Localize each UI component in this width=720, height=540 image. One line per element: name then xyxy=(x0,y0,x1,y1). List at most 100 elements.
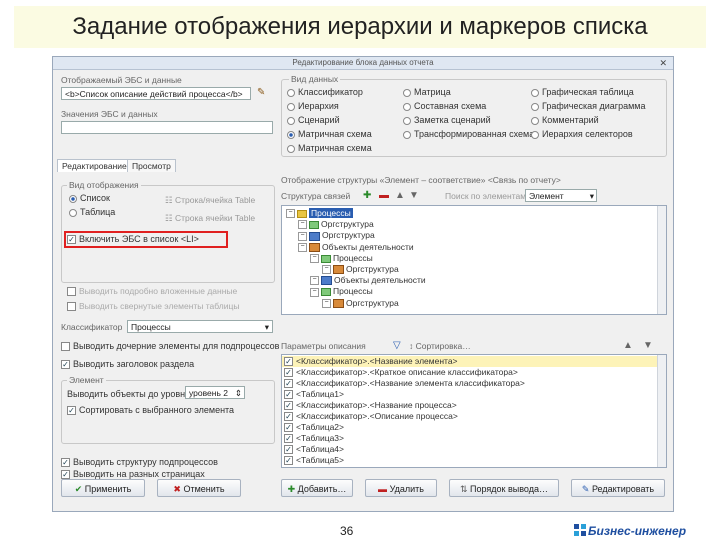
tree-node[interactable]: − Оргструктура xyxy=(286,230,662,241)
filter-icon[interactable]: ▽ xyxy=(393,341,401,351)
list-item-label: <Таблица1> xyxy=(296,389,344,399)
type-radio-5[interactable]: Графическая диаграмма xyxy=(531,101,645,111)
source-input[interactable]: <b>Список описание действий процесса</b> xyxy=(61,87,251,100)
check-icon[interactable]: ✓ xyxy=(284,423,293,433)
list-item[interactable]: ✓ <Таблица1> xyxy=(282,389,666,400)
edit-pencil-icon[interactable]: ✎ xyxy=(257,88,265,98)
classifier-select[interactable]: Процессы ▾ xyxy=(127,320,273,333)
add-icon[interactable]: ✚ xyxy=(363,191,371,201)
tree-node[interactable]: − Объекты деятельности xyxy=(286,275,662,286)
list-item[interactable]: ✓ <Классификатор>.<Описание процесса> xyxy=(282,411,666,422)
check-icon[interactable]: ✓ xyxy=(284,412,293,422)
remove-icon[interactable]: ▬ xyxy=(379,191,389,201)
tree-node[interactable]: − Процессы xyxy=(286,208,662,219)
search-select[interactable]: Элемент ▾ xyxy=(525,189,597,202)
apply-button[interactable]: ✔ Применить xyxy=(61,479,145,497)
check-icon[interactable]: ✓ xyxy=(284,357,293,367)
folder-node-icon xyxy=(297,209,307,218)
type-radio-3[interactable]: Иерархия xyxy=(287,101,339,111)
cancel-button[interactable]: ✖ Отменить xyxy=(157,479,241,497)
columns-scrollbar[interactable] xyxy=(657,355,666,467)
move-down-icon[interactable]: ▼ xyxy=(409,191,419,201)
list-item-label: <Таблица3> xyxy=(296,433,344,443)
add-button[interactable]: ✚ Добавить… xyxy=(281,479,353,497)
move-up-icon[interactable]: ▲ xyxy=(395,191,405,201)
table-cell-icon: ☷ xyxy=(165,213,175,223)
type-radio-12[interactable]: Матричная схема xyxy=(287,143,372,153)
tree-node[interactable]: − Оргструктура xyxy=(286,264,662,275)
type-radio-11[interactable]: Иерархия селекторов xyxy=(531,129,633,139)
delete-label: Удалить xyxy=(389,484,424,494)
tree-toggle-icon[interactable]: − xyxy=(310,287,319,297)
move-up-icon[interactable]: ▲ xyxy=(623,341,633,351)
tree-toggle-icon[interactable]: − xyxy=(298,242,307,252)
check-icon[interactable]: ✓ xyxy=(284,434,293,444)
visible-input[interactable] xyxy=(61,121,273,134)
tree-node[interactable]: − Оргструктура xyxy=(286,298,662,309)
hierarchy-tree[interactable]: − Процессы − Оргструктура − Оргструктура − Объе… xyxy=(281,205,667,315)
list-item[interactable]: ✓ <Классификатор>.<Название элемента клас… xyxy=(282,378,666,389)
type-radio-2[interactable]: Графическая таблица xyxy=(531,87,634,97)
element-level-select[interactable]: уровень 2 ⇕ xyxy=(185,386,245,399)
check-icon[interactable]: ✓ xyxy=(284,456,293,466)
blue-node-icon xyxy=(309,231,320,241)
check-icon[interactable]: ✓ xyxy=(284,445,293,455)
columns-list[interactable]: ✓ <Классификатор>.<Название элемента> ✓ <Кл… xyxy=(281,354,667,468)
delete-button[interactable]: ▬ Удалить xyxy=(365,479,437,497)
tree-node-label: Оргструктура xyxy=(322,230,375,241)
list-item[interactable]: ✓ <Таблица4> xyxy=(282,444,666,455)
tree-node[interactable]: − Процессы xyxy=(286,286,662,297)
list-item[interactable]: ✓ <Классификатор>.<Название элемента> xyxy=(282,356,666,367)
list-item[interactable]: ✓ <Таблица3> xyxy=(282,433,666,444)
check-icon[interactable]: ✓ xyxy=(284,401,293,411)
tree-toggle-icon[interactable]: − xyxy=(310,276,319,286)
check-icon[interactable]: ✓ xyxy=(284,368,293,378)
type-radio-7[interactable]: Заметка сценарий xyxy=(403,115,491,125)
move-down-icon[interactable]: ▼ xyxy=(643,341,653,351)
check-icon[interactable]: ✓ xyxy=(284,467,293,468)
tree-scrollbar[interactable] xyxy=(657,206,666,314)
tree-node[interactable]: − Объекты деятельности xyxy=(286,242,662,253)
option-left-1[interactable]: ✓ Выводить заголовок раздела xyxy=(61,359,194,370)
tab-edit[interactable]: Редактирование xyxy=(57,159,132,172)
bottom-option-0[interactable]: ✓ Выводить структуру подпроцессов xyxy=(61,457,218,468)
type-radio-4[interactable]: Составная схема xyxy=(403,101,486,111)
tree-toggle-icon[interactable]: − xyxy=(286,209,295,219)
type-radio-8[interactable]: Комментарий xyxy=(531,115,599,125)
check-icon[interactable]: ✓ xyxy=(284,390,293,400)
display-radio-table[interactable]: Таблица xyxy=(69,207,115,217)
type-radio-0[interactable]: Классификатор xyxy=(287,87,363,97)
tree-toggle-icon[interactable]: − xyxy=(322,298,331,308)
tree-node-label: Оргструктура xyxy=(346,297,399,308)
bottom-option-1[interactable]: ✓ Выводить на разных страницах xyxy=(61,469,205,480)
sort-button[interactable]: ↕ Сортировка… xyxy=(409,341,471,351)
tab-preview[interactable]: Просмотр xyxy=(127,159,176,172)
hierarchy-caption: Отображение структуры «Элемент – соответ… xyxy=(281,175,561,185)
type-radio-6[interactable]: Сценарий xyxy=(287,115,340,125)
tree-toggle-icon[interactable]: − xyxy=(310,254,319,263)
order-button[interactable]: ⇅ Порядок вывода… xyxy=(449,479,559,497)
option-left-0[interactable]: Выводить дочерние элементы для подпроцес… xyxy=(61,341,279,352)
tree-toggle-icon[interactable]: − xyxy=(298,231,307,241)
tree-node[interactable]: − Оргструктура xyxy=(286,219,662,230)
check-icon: ✓ xyxy=(61,470,70,480)
edit-icon: ✎ xyxy=(581,484,592,494)
check-icon[interactable]: ✓ xyxy=(284,379,293,389)
list-item[interactable]: ✓ <Таблица2> xyxy=(282,422,666,433)
type-label: Матричная схема xyxy=(298,129,372,139)
list-item-label: <Таблица4> xyxy=(296,444,344,454)
type-radio-10[interactable]: Трансформированная схема xyxy=(403,129,534,139)
list-item[interactable]: ✓ <Таблица5> xyxy=(282,455,666,466)
tree-toggle-icon[interactable]: − xyxy=(322,265,331,275)
display-radio-list[interactable]: Список xyxy=(69,193,110,203)
close-icon[interactable]: ✕ xyxy=(659,57,667,69)
list-item[interactable]: ✓<Классификатор>.<Используется в графиче… xyxy=(282,466,666,468)
type-radio-1[interactable]: Матрица xyxy=(403,87,451,97)
tree-toggle-icon[interactable]: − xyxy=(298,220,307,230)
tree-node[interactable]: − Процессы xyxy=(286,253,662,264)
type-radio-9[interactable]: Матричная схема xyxy=(287,129,372,139)
list-item[interactable]: ✓ <Классификатор>.<Название процесса> xyxy=(282,400,666,411)
sort-selected-checkbox[interactable]: ✓ Сортировать с выбранного элемента xyxy=(67,405,234,416)
list-item[interactable]: ✓ <Классификатор>.<Краткое описание класс… xyxy=(282,367,666,378)
edit-button[interactable]: ✎ Редактировать xyxy=(571,479,665,497)
